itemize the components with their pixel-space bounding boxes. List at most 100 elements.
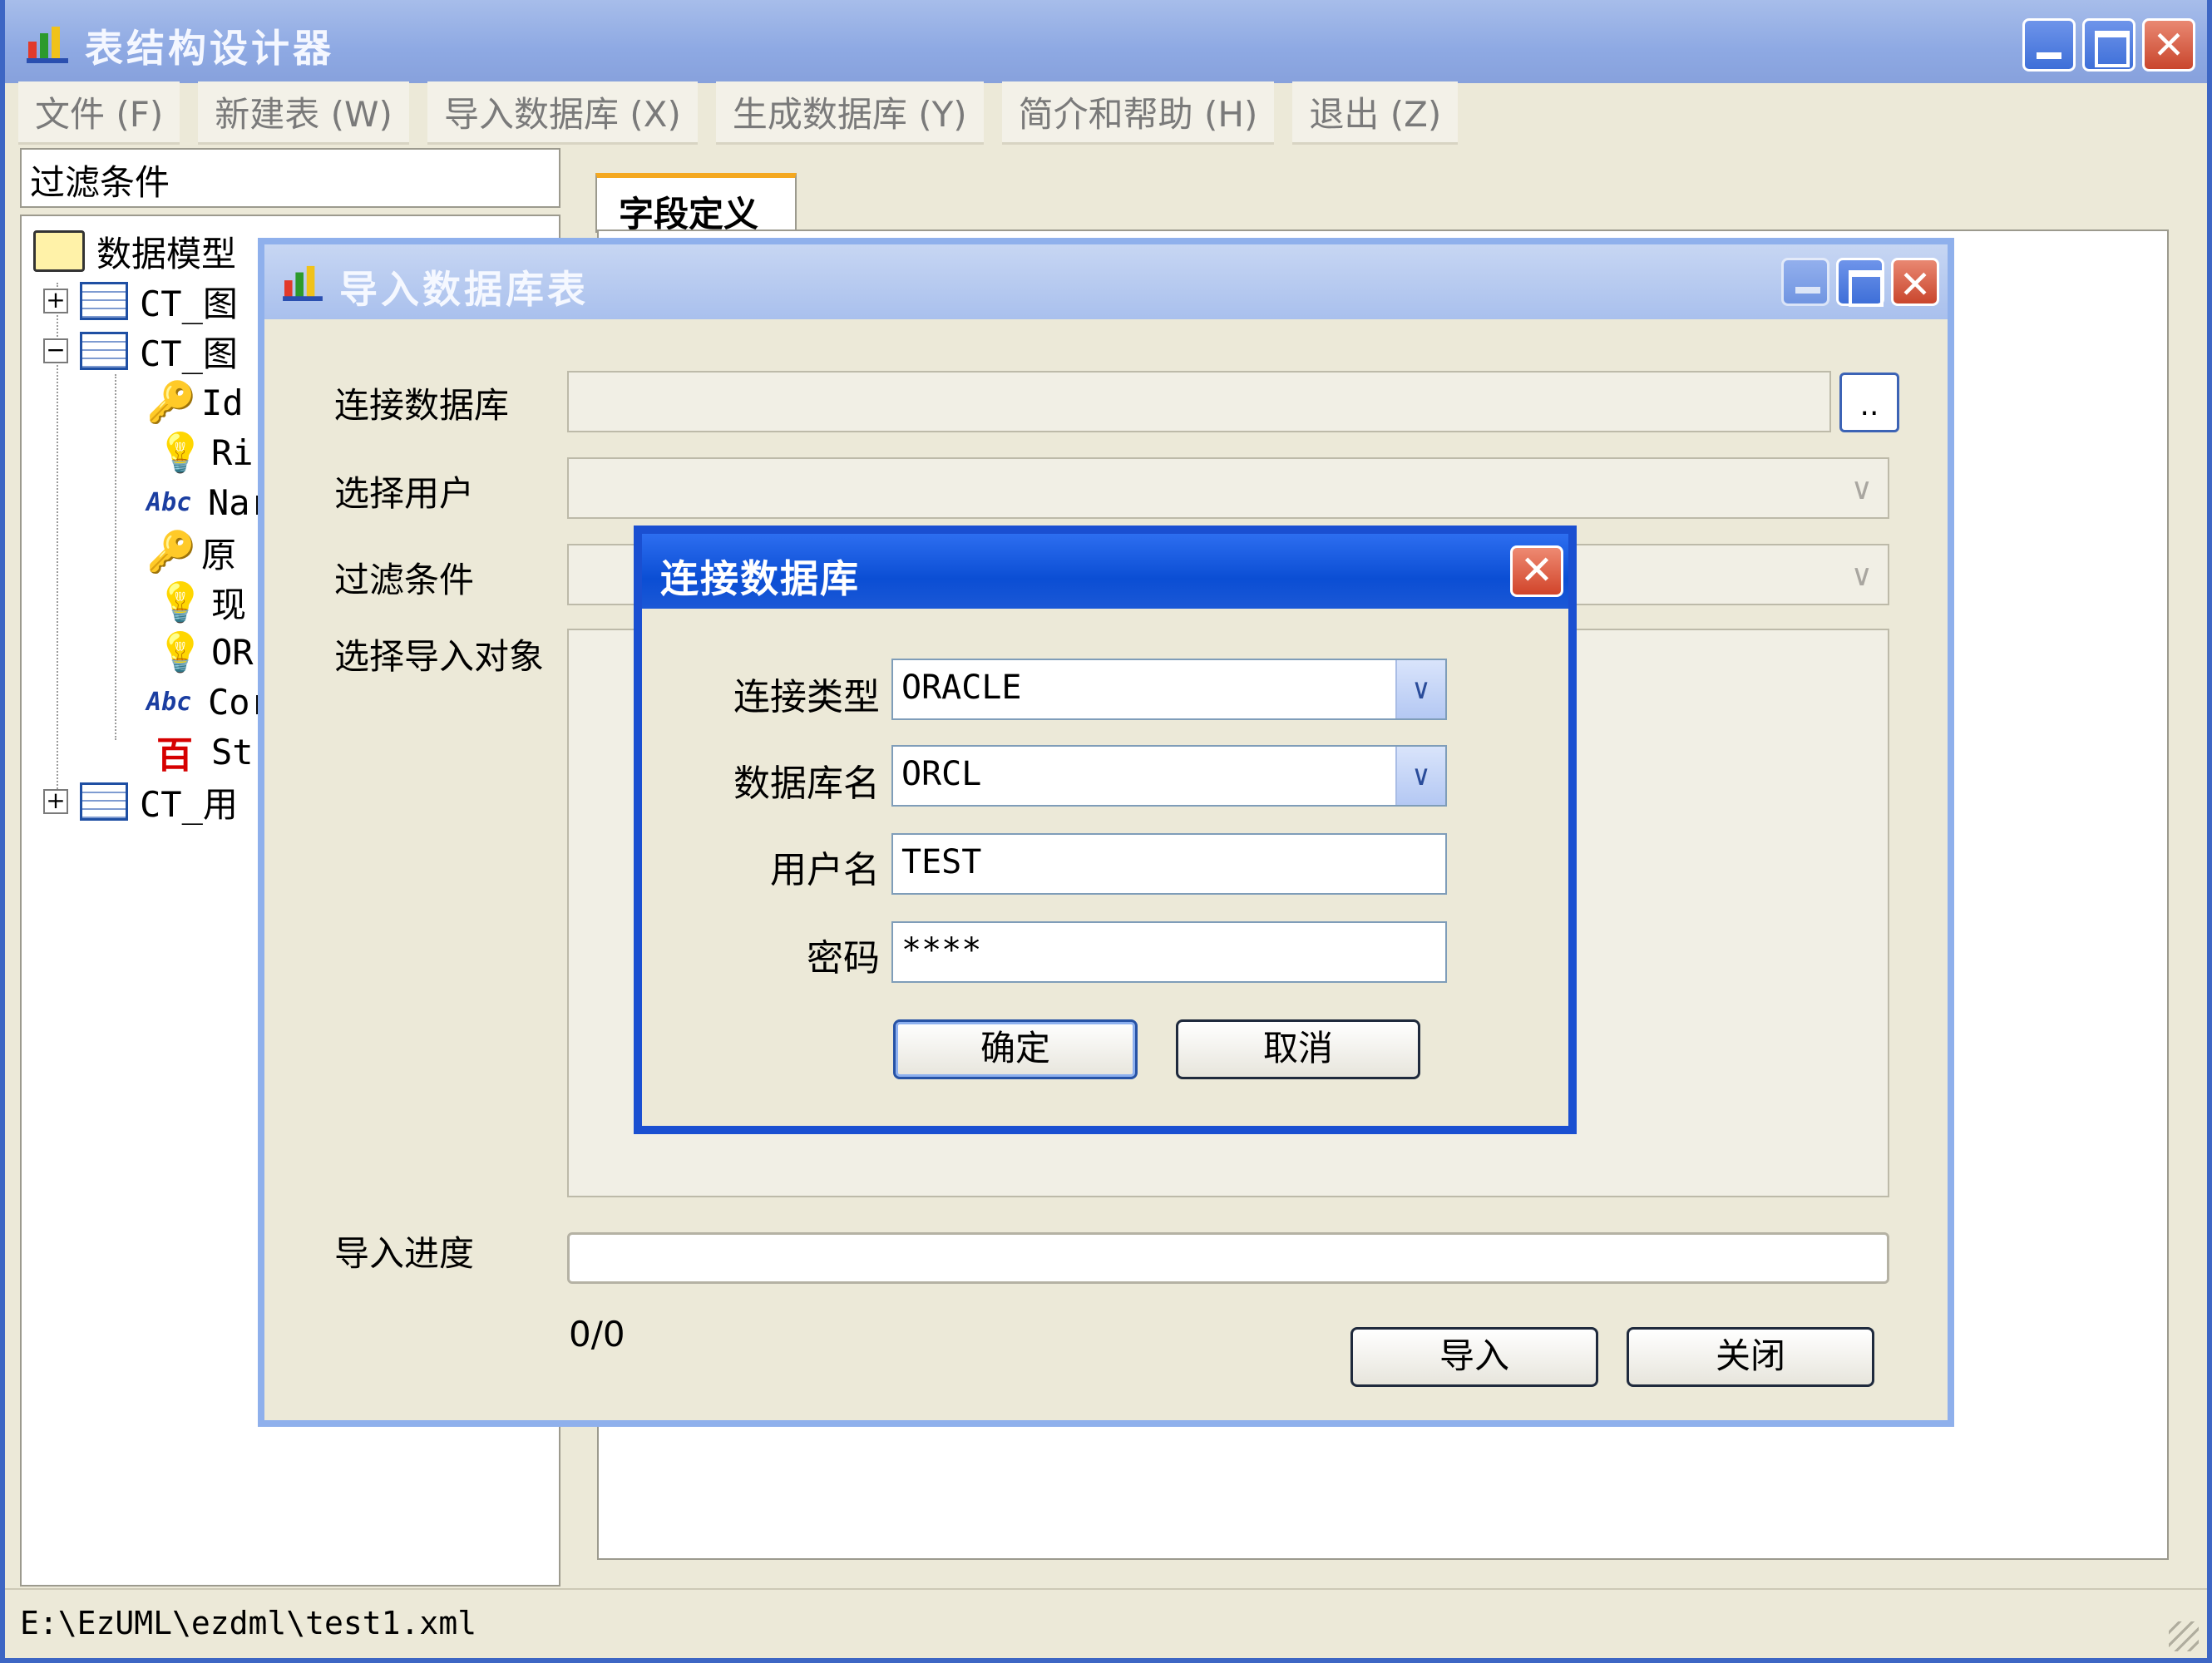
tree-node-label: CT_图 — [140, 333, 238, 374]
database-name-label: 数据库名 — [733, 762, 880, 805]
table-icon — [80, 782, 128, 821]
browse-button[interactable]: .. — [1839, 373, 1899, 432]
menu-import-db[interactable]: 导入数据库 (X) — [427, 81, 698, 145]
import-dialog-titlebar[interactable]: 导入数据库表 ✕ — [264, 244, 1948, 319]
app-icon — [283, 265, 323, 301]
import-dialog-title: 导入数据库表 — [339, 267, 589, 312]
connect-dialog-titlebar[interactable]: 连接数据库 ✕ — [642, 534, 1568, 609]
close-icon: ✕ — [1898, 262, 1932, 307]
expand-icon[interactable]: + — [43, 289, 68, 313]
connect-dialog: 连接数据库 ✕ 连接类型 ORACLE ∨ 数据库名 ORCL ∨ 用户名 TE… — [634, 526, 1577, 1134]
abc-icon: Abc — [146, 687, 192, 717]
table-icon — [80, 282, 128, 320]
collapse-icon[interactable]: − — [43, 338, 68, 363]
bulb-icon: 💡 — [156, 629, 205, 674]
close-icon: ✕ — [1519, 547, 1554, 594]
tree-field[interactable]: 🔑 Id — [146, 379, 244, 426]
ok-button[interactable]: 确定 — [893, 1019, 1138, 1079]
tree-field[interactable]: 💡 现 — [156, 579, 246, 625]
chevron-down-icon[interactable]: ∨ — [1395, 747, 1445, 805]
tree-field[interactable]: 百 St — [156, 728, 254, 777]
chevron-down-icon: ∨ — [1850, 559, 1873, 593]
tree-field[interactable]: 🔑 原 — [146, 529, 236, 575]
menu-generate-db[interactable]: 生成数据库 (Y) — [715, 81, 984, 145]
connection-type-value: ORACLE — [901, 669, 1022, 707]
tree-field-label: 原 — [201, 534, 237, 575]
username-label: 用户名 — [770, 849, 880, 891]
key-icon: 🔑 — [146, 379, 196, 426]
select-user-dropdown[interactable]: ∨ — [567, 457, 1889, 519]
import-button[interactable]: 导入 — [1350, 1327, 1598, 1387]
tree-field-label: St — [211, 731, 254, 772]
tree-guide-line — [115, 374, 116, 740]
password-label: 密码 — [807, 937, 880, 980]
password-input[interactable]: **** — [891, 921, 1447, 983]
minimize-button[interactable] — [2022, 18, 2076, 72]
tree-field[interactable]: Abc Nar — [146, 479, 271, 526]
import-progress-bar — [567, 1232, 1889, 1284]
tree-field-label: 现 — [211, 584, 247, 625]
tree-field-label: Id — [201, 382, 244, 423]
menu-help[interactable]: 简介和帮助 (H) — [1001, 81, 1275, 145]
resize-grip[interactable] — [2169, 1621, 2199, 1651]
connect-dialog-title: 连接数据库 — [660, 556, 860, 601]
tree-node-label: CT_用 — [140, 783, 238, 825]
table-icon — [80, 332, 128, 370]
tree-field[interactable]: 💡 OR — [156, 629, 254, 675]
menu-file[interactable]: 文件 (F) — [18, 81, 180, 145]
menu-exit[interactable]: 退出 (Z) — [1292, 81, 1459, 145]
char-type-icon: 百 — [156, 734, 193, 777]
filter-input[interactable]: 过滤条件 — [20, 148, 560, 208]
tree-root[interactable]: 数据模型 — [33, 228, 236, 274]
import-progress-label: 导入进度 — [334, 1233, 475, 1274]
tree-node-label: CT_图 — [140, 283, 238, 324]
chevron-down-icon: ∨ — [1850, 472, 1873, 506]
menu-bar: 文件 (F) 新建表 (W) 导入数据库 (X) 生成数据库 (Y) 简介和帮助… — [18, 81, 2194, 145]
tree-node[interactable]: − CT_图 — [43, 328, 238, 374]
import-dialog-minimize-button[interactable] — [1781, 258, 1829, 306]
database-name-select[interactable]: ORCL ∨ — [891, 745, 1447, 807]
close-icon: ✕ — [2152, 22, 2185, 67]
select-user-label: 选择用户 — [334, 473, 475, 514]
tree-root-label: 数据模型 — [96, 233, 237, 274]
connection-type-label: 连接类型 — [733, 676, 880, 718]
close-button[interactable]: ✕ — [2142, 18, 2195, 72]
connection-type-select[interactable]: ORACLE ∨ — [891, 659, 1447, 720]
dialog-close-button[interactable]: 关闭 — [1627, 1327, 1874, 1387]
status-bar: E:\EzUML\ezdml\test1.xml — [5, 1588, 2207, 1658]
folder-icon — [33, 230, 85, 272]
minimize-icon — [1784, 260, 1827, 303]
minimize-icon — [2025, 21, 2073, 69]
maximize-icon — [2085, 21, 2133, 69]
bulb-icon: 💡 — [156, 430, 205, 475]
progress-count: 0/0 — [569, 1314, 625, 1355]
tree-field[interactable]: 💡 Ri — [156, 429, 254, 476]
tree-field-label: OR — [211, 631, 254, 673]
maximize-button[interactable] — [2082, 18, 2135, 72]
bulb-icon: 💡 — [156, 580, 205, 624]
cancel-button[interactable]: 取消 — [1176, 1019, 1420, 1079]
tree-node[interactable]: + CT_图 — [43, 278, 238, 324]
tree-node[interactable]: + CT_用 — [43, 778, 238, 825]
expand-icon[interactable]: + — [43, 789, 68, 814]
app-title: 表结构设计器 — [85, 26, 334, 71]
status-file-path: E:\EzUML\ezdml\test1.xml — [20, 1605, 477, 1641]
main-titlebar[interactable]: 表结构设计器 ✕ — [5, 0, 2207, 83]
filter-label: 过滤条件 — [334, 560, 475, 600]
tree-field-label: Ri — [211, 432, 254, 473]
import-dialog-close-button[interactable]: ✕ — [1891, 258, 1939, 307]
username-input[interactable]: TEST — [891, 833, 1447, 895]
select-objects-label: 选择导入对象 — [334, 636, 545, 677]
connect-dialog-close-button[interactable]: ✕ — [1510, 545, 1563, 597]
app-icon — [27, 27, 68, 63]
database-name-value: ORCL — [901, 755, 982, 793]
key-icon: 🔑 — [146, 529, 196, 575]
tab-field-definition[interactable]: 字段定义 — [595, 173, 797, 234]
abc-icon: Abc — [146, 487, 192, 517]
maximize-icon — [1839, 260, 1884, 307]
tree-field[interactable]: Abc Cor — [146, 679, 271, 725]
import-dialog-maximize-button[interactable] — [1836, 258, 1884, 307]
menu-new-table[interactable]: 新建表 (W) — [198, 81, 409, 145]
chevron-down-icon[interactable]: ∨ — [1395, 660, 1445, 718]
connect-db-field[interactable] — [567, 371, 1831, 432]
